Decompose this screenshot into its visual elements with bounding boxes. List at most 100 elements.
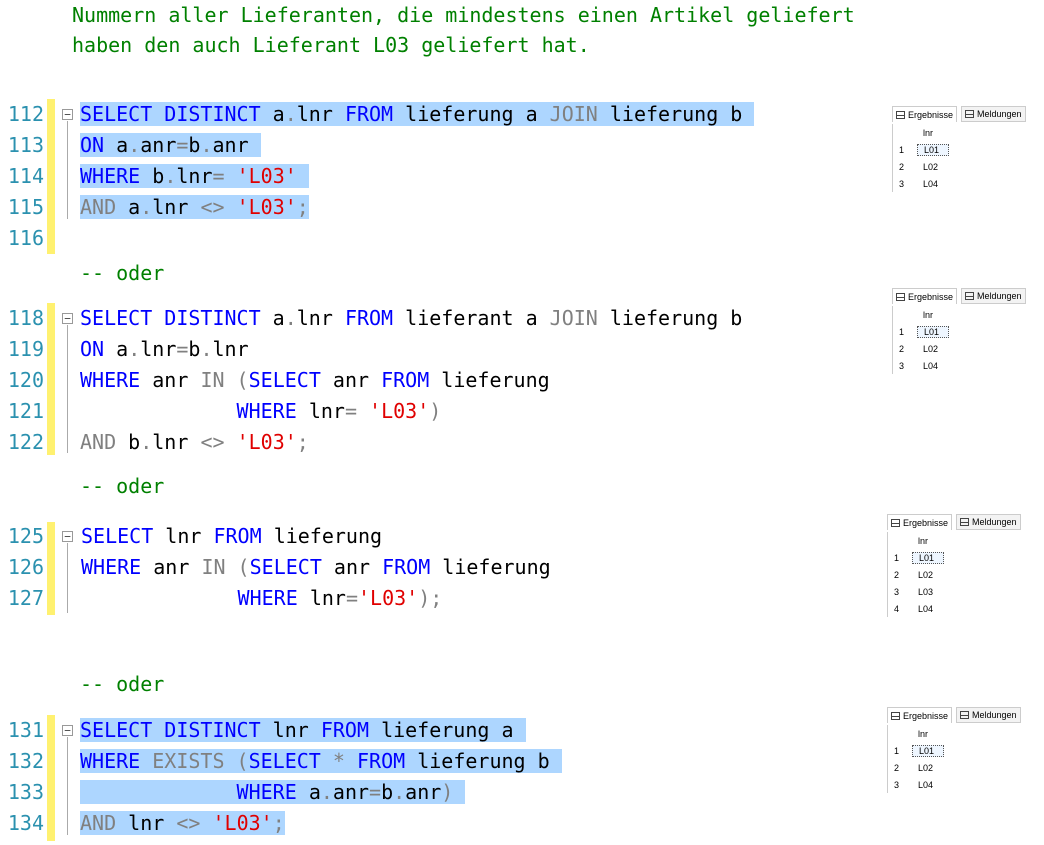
row-number: 3 xyxy=(894,779,900,790)
row-number: 4 xyxy=(894,603,900,614)
table-cell[interactable]: L04 xyxy=(917,179,949,189)
table-cell[interactable]: L03 xyxy=(912,587,944,597)
line-number: 132 xyxy=(7,749,44,773)
code-line[interactable]: WHERE lnr='L03'); xyxy=(81,583,443,614)
tab-messages-label: Meldungen xyxy=(972,710,1017,720)
line-number: 113 xyxy=(7,133,44,157)
results-panel: Ergebnisse Meldungen lnr 1 L01 2 L02 3 L04 xyxy=(892,106,1026,192)
grid-header-row: lnr xyxy=(893,124,1026,141)
table-row[interactable]: 3 L04 xyxy=(893,175,1026,192)
tab-results[interactable]: Ergebnisse xyxy=(887,514,953,530)
tab-results[interactable]: Ergebnisse xyxy=(887,707,953,723)
fold-guide xyxy=(67,543,68,613)
row-number: 3 xyxy=(894,586,900,597)
grid-header-row: lnr xyxy=(893,306,1026,323)
row-number: 1 xyxy=(894,552,900,563)
tab-results[interactable]: Ergebnisse xyxy=(892,288,958,304)
collapse-icon[interactable]: − xyxy=(62,725,73,736)
code-line[interactable]: ON a.lnr=b.lnr xyxy=(80,334,249,365)
code-line[interactable]: WHERE a.anr=b.anr) xyxy=(80,777,466,808)
code-line[interactable]: WHERE b.lnr= 'L03' xyxy=(80,161,309,192)
code-line[interactable]: WHERE lnr= 'L03') xyxy=(80,396,442,427)
collapse-icon[interactable]: − xyxy=(62,313,73,324)
column-header-lnr[interactable]: lnr xyxy=(917,128,949,138)
table-row[interactable]: 1 L01 xyxy=(888,742,1021,759)
row-number: 2 xyxy=(894,762,900,773)
line-number: 120 xyxy=(7,368,44,392)
grid-icon xyxy=(891,518,900,527)
table-cell[interactable]: L02 xyxy=(912,570,944,580)
tab-results-label: Ergebnisse xyxy=(903,710,949,721)
code-line[interactable]: WHERE anr IN (SELECT anr FROM lieferung xyxy=(81,552,551,583)
table-row[interactable]: 2 L02 xyxy=(893,340,1026,357)
table-cell[interactable]: L04 xyxy=(912,780,944,790)
grid-icon xyxy=(896,292,905,301)
table-cell[interactable]: L04 xyxy=(917,361,949,371)
tab-messages-label: Meldungen xyxy=(977,109,1022,119)
line-number: 121 xyxy=(7,399,44,423)
change-marker xyxy=(47,715,55,841)
table-row[interactable]: 2 L02 xyxy=(888,759,1021,776)
table-cell[interactable]: L02 xyxy=(912,763,944,773)
grid-header-row: lnr xyxy=(888,532,1021,549)
column-header-lnr[interactable]: lnr xyxy=(917,310,949,320)
table-row[interactable]: 3 L03 xyxy=(888,583,1021,600)
tab-messages[interactable]: Meldungen xyxy=(956,514,1021,530)
results-grid[interactable]: lnr 1 L01 2 L02 3 L03 4 L04 xyxy=(887,532,1021,617)
results-grid[interactable]: lnr 1 L01 2 L02 3 L04 xyxy=(892,306,1026,374)
header-comment-line-1: Nummern aller Lieferanten, die mindesten… xyxy=(72,3,855,27)
sql-comment: -- oder xyxy=(80,474,165,498)
code-line[interactable]: SELECT DISTINCT a.lnr FROM lieferant a J… xyxy=(80,303,742,334)
line-number: 119 xyxy=(7,337,44,361)
header-comment-line-2: haben den auch Lieferant L03 geliefert h… xyxy=(72,33,590,57)
collapse-icon[interactable]: − xyxy=(62,531,73,542)
table-cell[interactable]: L02 xyxy=(917,162,949,172)
messages-icon xyxy=(965,292,975,300)
table-row[interactable]: 4 L04 xyxy=(888,600,1021,617)
table-cell[interactable]: L01 xyxy=(917,325,949,338)
table-cell[interactable]: L01 xyxy=(912,744,944,757)
code-line[interactable]: AND b.lnr <> 'L03'; xyxy=(80,427,309,458)
tab-results[interactable]: Ergebnisse xyxy=(892,106,958,122)
code-line[interactable]: SELECT lnr FROM lieferung xyxy=(81,521,382,552)
code-line[interactable]: SELECT DISTINCT lnr FROM lieferung a xyxy=(80,715,526,746)
column-header-lnr[interactable]: lnr xyxy=(912,729,944,739)
tab-messages-label: Meldungen xyxy=(977,291,1022,301)
results-grid[interactable]: lnr 1 L01 2 L02 3 L04 xyxy=(892,124,1026,192)
line-number: 134 xyxy=(7,811,44,835)
code-line[interactable]: AND lnr <> 'L03'; xyxy=(80,808,285,839)
table-cell[interactable]: L02 xyxy=(917,344,949,354)
line-number: 133 xyxy=(7,780,44,804)
fold-guide xyxy=(67,325,68,453)
messages-icon xyxy=(960,518,970,526)
table-row[interactable]: 3 L04 xyxy=(893,357,1026,374)
code-line[interactable]: SELECT DISTINCT a.lnr FROM lieferung a J… xyxy=(80,99,755,130)
collapse-icon[interactable]: − xyxy=(62,109,73,120)
table-cell[interactable]: L01 xyxy=(917,143,949,156)
table-row[interactable]: 2 L02 xyxy=(893,158,1026,175)
column-header-lnr[interactable]: lnr xyxy=(912,536,944,546)
table-cell[interactable]: L04 xyxy=(912,604,944,614)
results-panel: Ergebnisse Meldungen lnr 1 L01 2 L02 3 L03 … xyxy=(887,514,1021,617)
tab-messages[interactable]: Meldungen xyxy=(961,288,1026,304)
tab-results-label: Ergebnisse xyxy=(908,109,954,120)
tab-results-label: Ergebnisse xyxy=(903,517,949,528)
tab-messages[interactable]: Meldungen xyxy=(961,106,1026,122)
table-row[interactable]: 2 L02 xyxy=(888,566,1021,583)
line-number: 126 xyxy=(7,555,44,579)
code-line[interactable]: ON a.anr=b.anr xyxy=(80,130,261,161)
table-row[interactable]: 3 L04 xyxy=(888,776,1021,793)
code-line[interactable]: WHERE anr IN (SELECT anr FROM lieferung xyxy=(80,365,550,396)
row-number: 2 xyxy=(899,161,905,172)
table-row[interactable]: 1 L01 xyxy=(888,549,1021,566)
row-number: 2 xyxy=(894,569,900,580)
code-line[interactable]: AND a.lnr <> 'L03'; xyxy=(80,192,309,223)
results-grid[interactable]: lnr 1 L01 2 L02 3 L04 xyxy=(887,725,1021,793)
table-row[interactable]: 1 L01 xyxy=(893,323,1026,340)
fold-guide xyxy=(67,121,68,219)
tab-messages[interactable]: Meldungen xyxy=(956,707,1021,723)
table-cell[interactable]: L01 xyxy=(912,551,944,564)
table-row[interactable]: 1 L01 xyxy=(893,141,1026,158)
grid-icon xyxy=(896,110,905,119)
code-line[interactable]: WHERE EXISTS (SELECT * FROM lieferung b xyxy=(80,746,562,777)
